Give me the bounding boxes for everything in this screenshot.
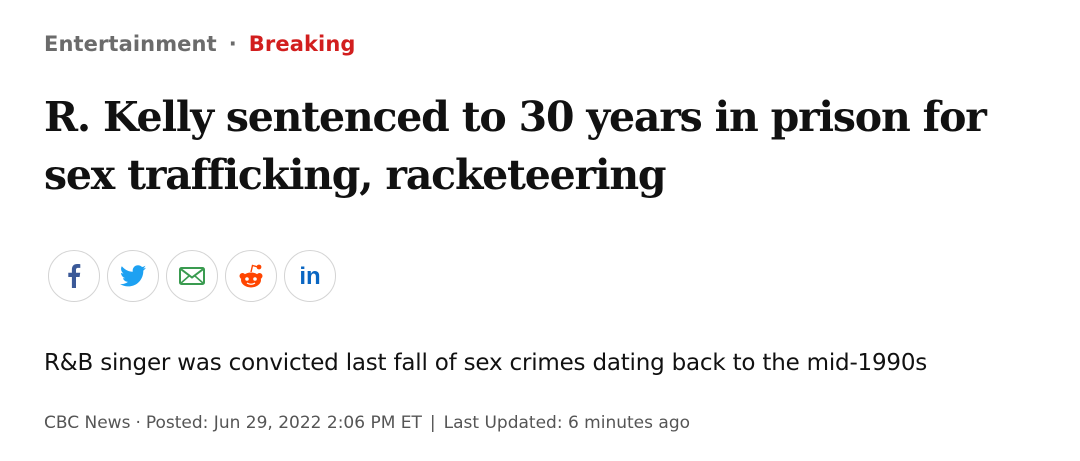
share-twitter-button[interactable]	[107, 250, 159, 302]
byline: CBC News · Posted: Jun 29, 2022 2:06 PM …	[44, 413, 690, 433]
byline-posted: Posted: Jun 29, 2022 2:06 PM ET	[145, 413, 422, 433]
byline-dot: ·	[135, 413, 141, 433]
share-reddit-button[interactable]	[225, 250, 277, 302]
twitter-icon	[120, 265, 146, 287]
kicker: Entertainment · Breaking	[44, 32, 356, 56]
share-facebook-button[interactable]	[48, 250, 100, 302]
share-linkedin-button[interactable]: in	[284, 250, 336, 302]
byline-updated: Last Updated: 6 minutes ago	[443, 413, 691, 433]
section-link[interactable]: Entertainment	[44, 32, 217, 56]
byline-source: CBC News	[44, 413, 131, 433]
byline-pipe: |	[429, 413, 436, 433]
email-icon	[179, 267, 205, 285]
kicker-separator: ·	[228, 32, 237, 56]
linkedin-icon: in	[299, 263, 320, 289]
breaking-flag: Breaking	[248, 32, 356, 56]
linkedin-label: in	[299, 263, 320, 289]
share-email-button[interactable]	[166, 250, 218, 302]
facebook-icon	[68, 264, 81, 288]
article-header: Entertainment · Breaking R. Kelly senten…	[44, 0, 1044, 461]
headline: R. Kelly sentenced to 30 years in prison…	[44, 93, 987, 199]
share-bar: in	[48, 250, 336, 302]
reddit-icon	[239, 264, 263, 288]
deck: R&B singer was convicted last fall of se…	[44, 350, 928, 376]
